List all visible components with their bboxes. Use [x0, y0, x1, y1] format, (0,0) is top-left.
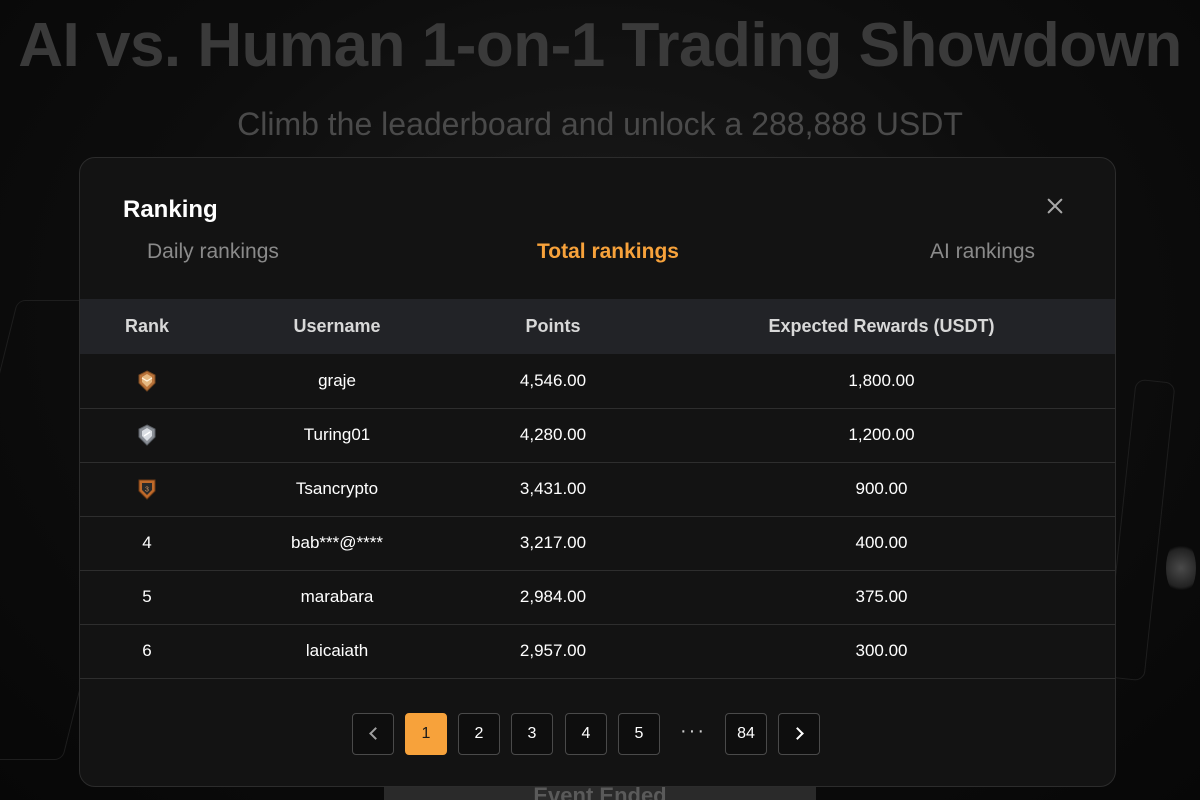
ranking-modal: Ranking Daily rankings Total rankings AI… [79, 157, 1116, 787]
username-cell: laicaiath [305, 641, 369, 660]
rank-cell [80, 354, 214, 408]
bronze-medal-icon: 3 [138, 479, 156, 500]
tab-daily-rankings[interactable]: Daily rankings [147, 240, 279, 264]
table-row: 4 bab***@**** 3,217.00 400.00 [80, 516, 1115, 570]
table-row: graje 4,546.00 1,800.00 [80, 354, 1115, 408]
reward-cell: 375.00 [855, 587, 908, 606]
points-cell: 3,431.00 [519, 479, 587, 498]
table-row: 5 marabara 2,984.00 375.00 [80, 570, 1115, 624]
decorative-blob [1166, 540, 1196, 596]
silver-medal-icon [138, 424, 156, 446]
reward-cell: 400.00 [855, 533, 908, 552]
rank-cell: 5 [142, 587, 152, 606]
column-header-rank: Rank [124, 316, 169, 336]
reward-cell: 1,800.00 [848, 370, 915, 390]
points-cell: 4,546.00 [519, 370, 587, 390]
column-header-rewards: Expected Rewards (USDT) [768, 316, 995, 336]
page-button-1[interactable]: 1 [405, 713, 447, 755]
tab-ai-rankings[interactable]: AI rankings [930, 240, 1035, 264]
event-subtitle: Climb the leaderboard and unlock a 288,8… [237, 106, 963, 142]
points-cell: 2,957.00 [519, 641, 587, 660]
chevron-right-icon [790, 727, 804, 740]
table-row: 6 laicaiath 2,957.00 300.00 [80, 624, 1115, 678]
points-cell: 4,280.00 [519, 425, 587, 444]
page-button-5[interactable]: 5 [618, 713, 660, 755]
reward-cell: 1,200.00 [848, 425, 915, 444]
tab-total-rankings[interactable]: Total rankings [537, 240, 679, 264]
username-cell: Turing01 [303, 425, 371, 444]
next-page-button[interactable] [778, 713, 820, 755]
column-header-username: Username [293, 316, 381, 336]
gold-medal-icon [138, 370, 156, 392]
username-cell: bab***@**** [291, 533, 383, 552]
page-button-last[interactable]: 84 [725, 713, 767, 755]
reward-cell: 300.00 [855, 641, 908, 660]
pagination: 1 2 3 4 5 ··· 84 [352, 713, 832, 755]
ranking-tabs: Daily rankings Total rankings AI ranking… [80, 240, 1115, 276]
table-row: 3 Tsancrypto 3,431.00 900.00 [80, 462, 1115, 516]
event-title: AI vs. Human 1-on-1 Trading Showdown [18, 11, 1182, 80]
points-cell: 2,984.00 [519, 587, 587, 606]
svg-text:3: 3 [145, 487, 149, 494]
page-button-3[interactable]: 3 [511, 713, 553, 755]
page-background: AI vs. Human 1-on-1 Trading Showdown Cli… [0, 0, 1200, 800]
ranking-table: Rank Username Points Expected Rewards (U… [80, 299, 1115, 679]
column-header-points: Points [525, 316, 581, 336]
rank-cell: 3 [80, 462, 214, 516]
username-cell: marabara [300, 587, 374, 606]
chevron-left-icon [368, 727, 382, 740]
username-cell: graje [318, 370, 356, 390]
table-header-row: Rank Username Points Expected Rewards (U… [80, 299, 1115, 354]
prev-page-button[interactable] [352, 713, 394, 755]
username-cell: Tsancrypto [295, 479, 379, 498]
page-button-4[interactable]: 4 [565, 713, 607, 755]
rank-cell: 6 [142, 641, 152, 660]
rank-cell [80, 408, 214, 462]
points-cell: 3,217.00 [519, 533, 587, 552]
close-icon[interactable] [1043, 194, 1067, 218]
table-row: Turing01 4,280.00 1,200.00 [80, 408, 1115, 462]
page-button-2[interactable]: 2 [458, 713, 500, 755]
rank-cell: 4 [142, 533, 152, 552]
reward-cell: 900.00 [855, 479, 908, 498]
page-ellipsis[interactable]: ··· [672, 713, 714, 755]
modal-title: Ranking [123, 196, 218, 223]
